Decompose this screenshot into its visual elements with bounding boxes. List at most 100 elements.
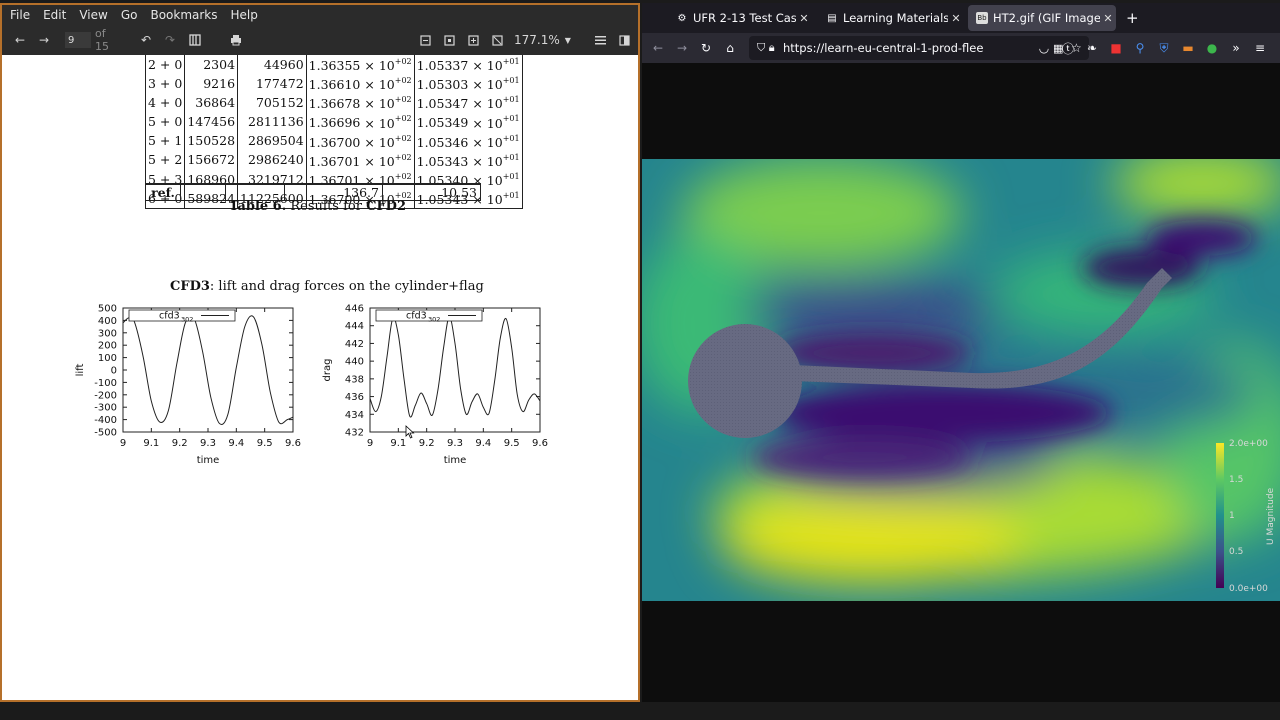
- reload-icon[interactable]: ↻: [698, 39, 714, 57]
- extension-t-icon[interactable]: ⓣ: [1060, 39, 1076, 57]
- cfd3-heading: CFD3: lift and drag forces on the cylind…: [170, 279, 484, 294]
- fit-page-icon[interactable]: [417, 31, 433, 49]
- drag-value: 1.05349 × 10+01: [413, 112, 523, 132]
- level-cell: 4 + 0: [144, 93, 186, 113]
- colorbar-label: 0.5: [1229, 547, 1243, 557]
- table-row: 3 + 0 9216 177472 1.36610 × 10+02 1.05303 × 10…: [144, 74, 523, 94]
- menu-help[interactable]: Help: [231, 8, 258, 22]
- times-ten: × 10: [364, 153, 395, 169]
- fullscreen-icon[interactable]: [616, 31, 632, 49]
- extension-leaf-icon[interactable]: ❧: [1084, 39, 1100, 57]
- table-row: 5 + 2 156672 2986240 1.36701 × 10+02 1.05343 ×…: [144, 150, 523, 170]
- mantissa: 1.05347: [416, 96, 469, 112]
- forward-arrow-icon[interactable]: →: [36, 31, 52, 49]
- exponent: +02: [394, 95, 412, 105]
- tab-ufr-test-case[interactable]: ⚙ UFR 2-13 Test Case - K ✕: [668, 5, 812, 31]
- chevron-down-icon: ▼: [564, 35, 571, 45]
- page-total: of 15: [95, 27, 109, 53]
- plot-frame: [122, 307, 294, 433]
- exponent: +01: [502, 95, 520, 105]
- image-favicon-icon: Bb: [976, 12, 988, 24]
- drag-chart: 9 9.1 9.2 9.3 9.4 9.5 9.6 446 444 442 440 438 436 434…: [322, 304, 548, 467]
- fit-width-icon[interactable]: [441, 31, 457, 49]
- extension-orange-icon[interactable]: ▬: [1180, 39, 1196, 57]
- menu-bar: File Edit View Go Bookmarks Help: [2, 5, 638, 25]
- x-tick-label: 9.5: [257, 438, 273, 449]
- mantissa: 1.05349: [416, 115, 469, 131]
- y-tick-label: 446: [345, 304, 364, 315]
- lift-value: 1.36701 × 10+02: [305, 150, 415, 170]
- back-arrow-icon[interactable]: ←: [12, 31, 28, 49]
- y-tick-label: 200: [98, 341, 117, 352]
- extension-red-icon[interactable]: ■: [1108, 39, 1124, 57]
- hamburger-menu-icon[interactable]: [592, 31, 608, 49]
- next-page-icon[interactable]: ↷: [162, 31, 178, 49]
- y-tick-label: 440: [345, 357, 364, 368]
- colorbar-label-max: 2.0e+00: [1229, 439, 1268, 449]
- series-line: [122, 314, 294, 425]
- pocket-icon[interactable]: ◡: [1036, 39, 1052, 57]
- tab-learning-materials[interactable]: ▤ Learning Materials - A ✕: [818, 5, 964, 31]
- hamburger-menu-icon[interactable]: ≡: [1252, 39, 1268, 57]
- forward-arrow-icon[interactable]: →: [674, 39, 690, 57]
- page-number-input[interactable]: [65, 32, 91, 48]
- new-tab-plus-icon[interactable]: +: [1126, 9, 1139, 27]
- close-icon[interactable]: ✕: [1100, 12, 1116, 25]
- extension-shield-icon[interactable]: ⛨: [1156, 39, 1172, 57]
- menu-file[interactable]: File: [10, 8, 30, 22]
- exponent: +01: [502, 191, 520, 201]
- zoom-dropdown[interactable]: 177.1% ▼: [514, 31, 571, 49]
- zoom-in-icon[interactable]: [465, 31, 481, 49]
- dofs-count: 2869504: [237, 131, 307, 151]
- drag-value: 1.05347 × 10+01: [413, 93, 523, 113]
- cells-count: 9216: [184, 74, 239, 94]
- tab-title: UFR 2-13 Test Case - K: [693, 11, 796, 25]
- y-axis-label: lift: [75, 364, 86, 377]
- mantissa: 1.36355: [308, 58, 361, 74]
- overflow-chevron-icon[interactable]: »: [1228, 39, 1244, 57]
- zoom-out-icon[interactable]: [489, 31, 505, 49]
- y-tick-label: 444: [345, 321, 364, 332]
- times-ten: × 10: [472, 58, 503, 74]
- colorbar-label: 1.5: [1229, 475, 1243, 485]
- tab-ht2-gif[interactable]: Bb HT2.gif (GIF Image, 11 ✕: [968, 5, 1116, 31]
- y-tick-label: 400: [98, 316, 117, 327]
- legend-subscript: 302: [428, 316, 440, 324]
- colorbar-label-min: 0.0e+00: [1229, 584, 1268, 594]
- exponent: +01: [502, 152, 520, 162]
- back-arrow-icon[interactable]: ←: [650, 39, 666, 57]
- times-ten: × 10: [472, 115, 503, 131]
- level-cell: 5 + 1: [144, 131, 186, 151]
- extension-green-icon[interactable]: ●: [1204, 39, 1220, 57]
- lock-icon[interactable]: ⛉ 🔒︎: [757, 41, 783, 55]
- browser-window: ⚙ UFR 2-13 Test Case - K ✕ ▤ Learning Ma…: [642, 3, 1280, 702]
- x-tick-label: 9.3: [447, 438, 463, 449]
- menu-view[interactable]: View: [79, 8, 107, 22]
- cells-count: 2304: [184, 55, 239, 75]
- y-tick-label: 436: [345, 392, 364, 403]
- mantissa: 1.05343: [416, 153, 469, 169]
- sidebar-toggle-icon[interactable]: [187, 31, 203, 49]
- y-tick-label: -500: [94, 428, 117, 439]
- y-tick-label: -200: [94, 390, 117, 401]
- x-tick-label: 9: [367, 438, 373, 449]
- menu-edit[interactable]: Edit: [43, 8, 66, 22]
- y-tick-label: 442: [345, 339, 364, 350]
- previous-page-icon[interactable]: ↶: [138, 31, 154, 49]
- level-cell: 2 + 0: [144, 55, 186, 75]
- menu-go[interactable]: Go: [121, 8, 138, 22]
- mantissa: 1.05303: [416, 77, 469, 93]
- table-row: 4 + 0 36864 705152 1.36678 × 10+02 1.05347 × 1…: [144, 93, 523, 113]
- x-tick-label: 9.4: [228, 438, 244, 449]
- ref-label: ref.: [145, 183, 181, 201]
- print-icon[interactable]: [228, 31, 244, 49]
- extension-puzzle-icon[interactable]: ⚲: [1132, 39, 1148, 57]
- close-icon[interactable]: ✕: [796, 12, 812, 25]
- home-icon[interactable]: ⌂: [722, 39, 738, 57]
- exponent: +01: [502, 114, 520, 124]
- mantissa: 1.36696: [308, 115, 361, 131]
- url-text: https://learn-eu-central-1-prod-flee: [783, 41, 984, 55]
- x-tick-label: 9.3: [200, 438, 216, 449]
- close-icon[interactable]: ✕: [948, 12, 964, 25]
- menu-bookmarks[interactable]: Bookmarks: [150, 8, 217, 22]
